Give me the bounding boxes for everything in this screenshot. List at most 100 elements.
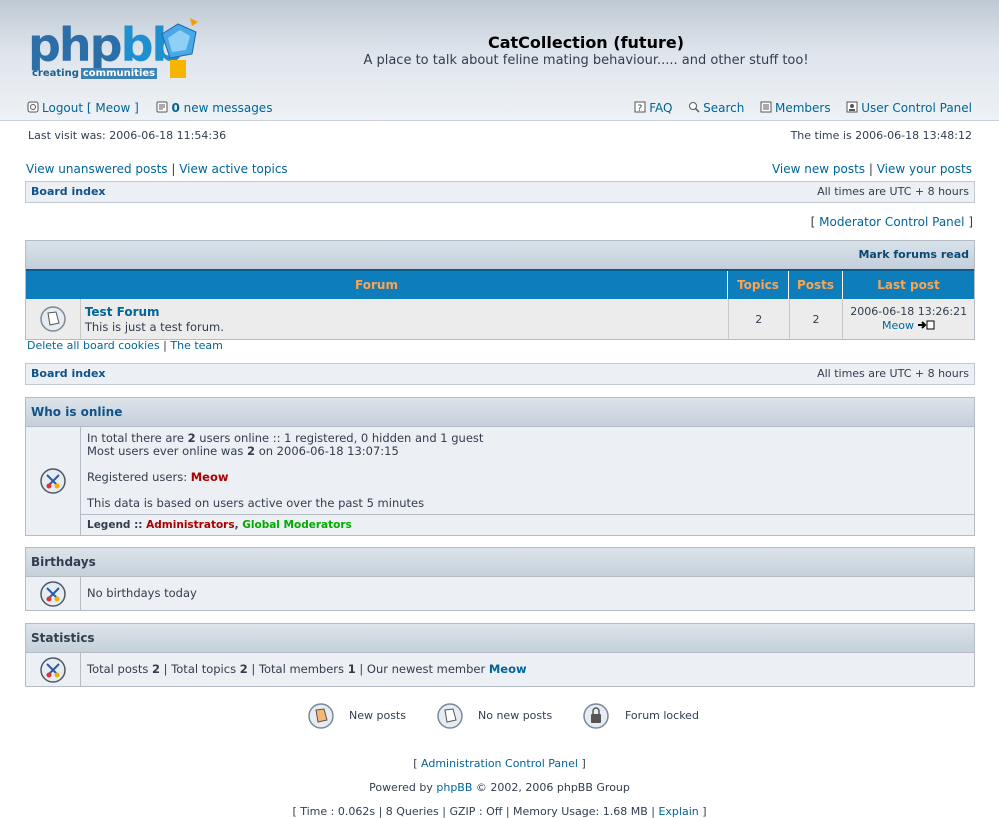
view-latest-post-icon[interactable] — [917, 320, 935, 330]
birthdays-text: No birthdays today — [87, 586, 197, 600]
acp-wrapper: [ Administration Control Panel ] — [413, 757, 586, 770]
forum-info-cell: Test Forum This is just a test forum. — [79, 299, 728, 339]
active-topics-link[interactable]: View active topics — [179, 162, 287, 176]
mcp-link[interactable]: Moderator Control Panel — [819, 215, 964, 229]
new-messages-count: 0 — [171, 101, 180, 115]
forum-name-link[interactable]: Test Forum — [85, 305, 160, 319]
forum-locked-icon — [583, 703, 609, 729]
search-link[interactable]: Search — [703, 101, 744, 115]
statistics-text: Total posts 2 | Total topics 2 | Total m… — [87, 662, 527, 676]
site-title: CatCollection (future) — [487, 33, 685, 52]
team-link[interactable]: The team — [170, 339, 223, 352]
legend-label: Legend :: — [87, 519, 147, 531]
forum-table-header: Forum Topics Posts Last post — [26, 269, 974, 299]
legend-no-new-posts-icon — [437, 703, 463, 729]
online-record-date: on 2006-06-18 13:07:15 — [255, 444, 399, 458]
user-links: Logout [ Meow ] 0 new messages — [27, 101, 272, 115]
new-messages-label: new messages — [183, 101, 273, 115]
navbar-top: Board index All times are UTC + 8 hours — [25, 181, 975, 203]
whos-online-icon-cell — [26, 427, 81, 535]
newest-member-link[interactable]: Meow — [489, 662, 527, 676]
birthdays-panel: Birthdays No birthdays today — [25, 547, 975, 611]
mark-forums-read-link[interactable]: Mark forums read — [858, 248, 969, 261]
powered-by-label: Powered by — [369, 781, 437, 794]
newest-member-label: Our newest member — [366, 662, 489, 676]
phpbb-link[interactable]: phpBB — [436, 781, 472, 794]
whos-online-title[interactable]: Who is online — [31, 405, 122, 419]
logout-link[interactable]: Logout [ Meow ] — [42, 101, 139, 115]
col-lastpost-header: Last post — [842, 271, 974, 299]
forum-description: This is just a test forum. — [84, 320, 224, 334]
members-link[interactable]: Members — [775, 101, 831, 115]
total-topics-label: Total topics — [171, 662, 240, 676]
quick-links-left: View unanswered posts | View active topi… — [26, 162, 288, 176]
timezone-note: All times are UTC + 8 hours — [817, 185, 969, 198]
copyright-text: © 2002, 2006 phpBB Group — [472, 781, 630, 794]
last-post-time: 2006-06-18 13:26:21 — [850, 305, 968, 318]
powered-by: Powered by phpBB © 2002, 2006 phpBB Grou… — [0, 781, 999, 794]
col-forum-header: Forum — [355, 278, 398, 292]
timezone-note-bottom: All times are UTC + 8 hours — [817, 367, 969, 380]
faq-icon: ? — [634, 101, 646, 113]
col-posts-header: Posts — [788, 271, 842, 299]
explain-link[interactable]: Explain — [658, 805, 698, 818]
mcp-wrapper: [ Moderator Control Panel ] — [810, 215, 973, 229]
logo-tag-creating: creating — [32, 68, 79, 79]
logo-tag-communities: communities — [80, 68, 158, 79]
forum-posts-cell: 2 — [788, 299, 843, 339]
delete-cookies-link[interactable]: Delete all board cookies — [27, 339, 160, 352]
col-topics-header: Topics — [727, 271, 788, 299]
debug-info: [ Time : 0.062s | 8 Queries | GZIP : Off… — [0, 805, 999, 818]
legend-no-new-posts: No new posts — [478, 709, 553, 722]
debug-stats: [ Time : 0.062s | 8 Queries | GZIP : Off… — [292, 805, 659, 818]
total-posts-label: Total posts — [87, 662, 152, 676]
users-online-icon — [40, 468, 66, 494]
forum-status-cell — [26, 299, 80, 339]
birthdays-title: Birthdays — [26, 548, 974, 576]
svg-text:?: ? — [638, 104, 643, 113]
ucp-link[interactable]: User Control Panel — [861, 101, 972, 115]
forum-lastpost-cell: 2006-06-18 13:26:21 Meow — [842, 299, 974, 339]
active-note: This data is based on users active over … — [87, 496, 425, 510]
registered-users-label: Registered users: — [87, 470, 191, 484]
page-header: phpbb creating communities CatCollection … — [0, 0, 999, 121]
pm-icon — [156, 101, 168, 113]
footer-links: Delete all board cookies | The team — [27, 339, 223, 352]
total-posts-value: 2 — [152, 662, 161, 676]
faq-link[interactable]: FAQ — [649, 101, 672, 115]
statistics-icon — [40, 656, 66, 683]
total-members-label: Total members — [258, 662, 348, 676]
new-messages-link[interactable]: 0 new messages — [171, 101, 272, 115]
legend-new-posts: New posts — [349, 709, 406, 722]
whos-online-text: In total there are 2 users online :: 1 r… — [81, 427, 974, 535]
site-description: A place to talk about feline mating beha… — [363, 53, 809, 68]
online-total-label: In total there are — [87, 431, 188, 445]
legend-row: Legend :: Administrators, Global Moderat… — [81, 514, 974, 532]
legend-global-moderators[interactable]: Global Moderators — [242, 519, 352, 531]
forum-table-top: Mark forums read — [26, 241, 974, 269]
forum-topics-cell: 2 — [727, 299, 789, 339]
last-post-user-link[interactable]: Meow — [882, 319, 914, 332]
board-index-link-bottom[interactable]: Board index — [31, 364, 106, 384]
main-links: ? FAQ Search Members User Control Panel — [634, 101, 972, 115]
board-index-link[interactable]: Board index — [31, 182, 106, 202]
ucp-icon — [846, 101, 858, 113]
forum-table: Mark forums read Forum Topics Posts Last… — [25, 240, 975, 340]
navbar-bottom: Board index All times are UTC + 8 hours — [25, 363, 975, 385]
online-total-detail: users online :: 1 registered, 0 hidden a… — [195, 431, 484, 445]
new-posts-link[interactable]: View new posts — [772, 162, 865, 176]
your-posts-link[interactable]: View your posts — [877, 162, 972, 176]
no-new-posts-icon — [40, 306, 66, 332]
unanswered-posts-link[interactable]: View unanswered posts — [26, 162, 168, 176]
legend-forum-locked: Forum locked — [625, 709, 699, 722]
online-record-count: 2 — [247, 444, 256, 458]
registered-user-meow[interactable]: Meow — [191, 470, 229, 484]
legend-administrators[interactable]: Administrators — [146, 519, 234, 531]
whos-online-panel: Who is online In total there are 2 users… — [25, 397, 975, 536]
members-icon — [760, 101, 772, 113]
online-record-label: Most users ever online was — [87, 444, 248, 458]
new-posts-icon — [308, 703, 334, 729]
total-members-value: 1 — [347, 662, 356, 676]
current-time: The time is 2006-06-18 13:48:12 — [790, 129, 972, 142]
acp-link[interactable]: Administration Control Panel — [421, 757, 578, 770]
